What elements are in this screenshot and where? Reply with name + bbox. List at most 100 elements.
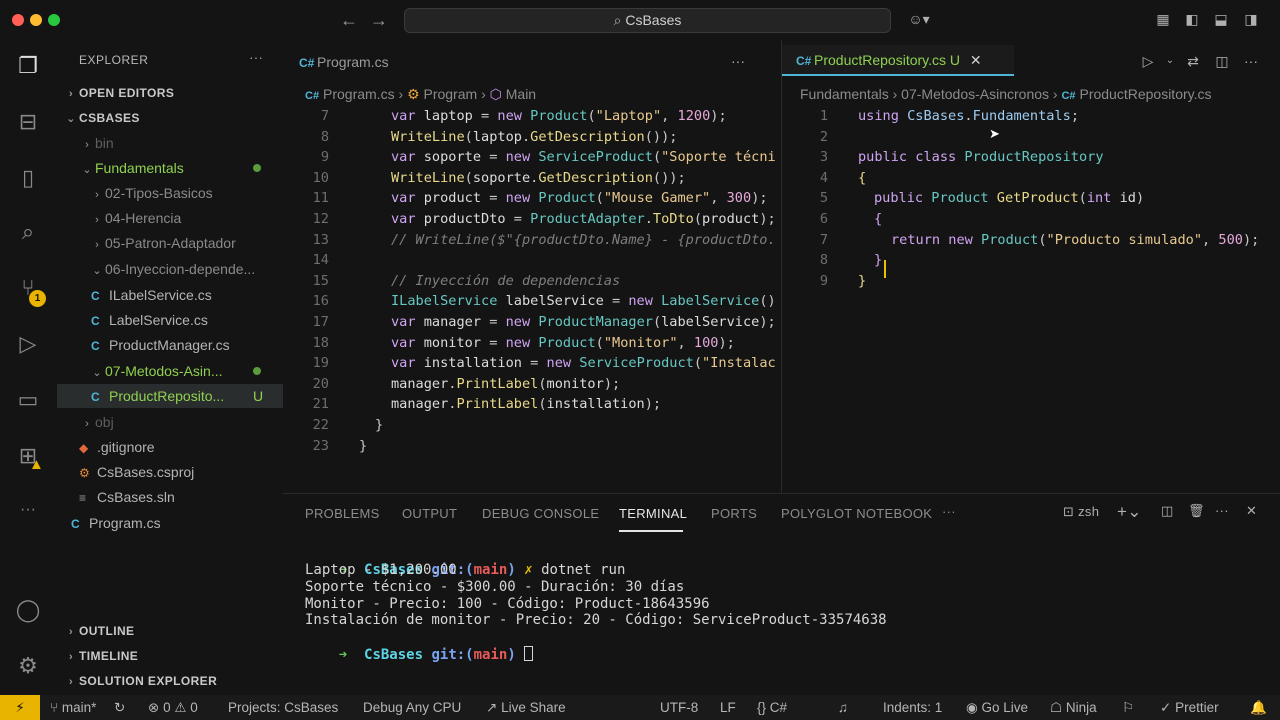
maximize-window-button[interactable] bbox=[48, 14, 60, 26]
explorer-icon[interactable]: ❐ bbox=[14, 52, 42, 80]
tree-item[interactable]: › 02-Tipos-Basicos bbox=[57, 181, 283, 205]
code-token: soporte bbox=[472, 169, 531, 186]
minimize-window-button[interactable] bbox=[30, 14, 42, 26]
tree-item[interactable]: ◆ .gitignore bbox=[57, 435, 283, 459]
code-token: , bbox=[661, 108, 678, 124]
eol-status[interactable]: LF bbox=[720, 695, 736, 720]
sync-icon[interactable]: ↻ bbox=[114, 695, 125, 720]
bell-icon[interactable]: ♫ bbox=[838, 695, 848, 720]
toggle-panel-icon[interactable]: ⬓ bbox=[1213, 11, 1229, 27]
chevron-down-icon[interactable]: ⌄ bbox=[1162, 53, 1178, 69]
toggle-secondary-sidebar-icon[interactable]: ◨ bbox=[1243, 11, 1259, 27]
code-token: var bbox=[391, 108, 424, 124]
solution-explorer-section[interactable]: › SOLUTION EXPLORER bbox=[57, 669, 283, 693]
customize-layout-icon[interactable]: ▦ bbox=[1155, 11, 1171, 27]
tree-item[interactable]: C ProductReposito... U bbox=[57, 384, 283, 408]
tab-problems[interactable]: PROBLEMS bbox=[305, 506, 380, 521]
line-number: 4 bbox=[819, 169, 828, 186]
indent-status[interactable]: Indents: 1 bbox=[883, 695, 942, 720]
search-icon[interactable]: ⌕ bbox=[14, 218, 42, 246]
code-token: new bbox=[505, 314, 539, 330]
tree-item[interactable]: C ILabelService.cs bbox=[57, 283, 283, 307]
tab-output[interactable]: OUTPUT bbox=[402, 506, 457, 521]
tree-item[interactable]: ≡ CsBases.sln bbox=[57, 485, 283, 509]
projects-status[interactable]: Projects: CsBases bbox=[228, 695, 338, 720]
breadcrumb-item[interactable]: Program bbox=[423, 86, 477, 102]
tree-item[interactable]: › 05-Patron-Adaptador bbox=[57, 231, 283, 255]
timeline-section[interactable]: › TIMELINE bbox=[57, 644, 283, 668]
tab-terminal[interactable]: TERMINAL bbox=[619, 506, 687, 521]
settings-gear-icon[interactable]: ⚙ bbox=[14, 652, 42, 680]
breadcrumb-item[interactable]: 07-Metodos-Asincronos bbox=[901, 86, 1049, 102]
go-live-status[interactable]: ◉ Go Live bbox=[966, 695, 1028, 720]
live-share-status[interactable]: ↗ Live Share bbox=[486, 695, 566, 720]
remote-explorer-icon[interactable]: ⊟ bbox=[14, 108, 42, 136]
more-views-icon[interactable]: ··· bbox=[14, 496, 42, 524]
editor-group-left: C# Program.cs ··· C# Program.cs › ⚙ Progra… bbox=[283, 40, 781, 493]
split-terminal-icon[interactable]: ◫ bbox=[1161, 503, 1174, 519]
toggle-sidebar-icon[interactable]: ◧ bbox=[1184, 11, 1200, 27]
terminal-shell-button[interactable]: ⊡ zsh bbox=[1063, 504, 1099, 520]
more-panel-tabs-icon[interactable]: ··· bbox=[942, 504, 956, 519]
remote-indicator-icon[interactable]: ⚡ bbox=[0, 695, 40, 720]
tree-item[interactable]: ⌄ Fundamentals bbox=[57, 156, 283, 180]
tree-item[interactable]: ⚙ CsBases.csproj bbox=[57, 460, 283, 484]
breadcrumb-item[interactable]: Fundamentals bbox=[800, 86, 889, 102]
forward-arrow-icon[interactable]: → bbox=[370, 10, 388, 31]
back-arrow-icon[interactable]: ← bbox=[340, 10, 358, 31]
new-terminal-icon[interactable]: +⌄ bbox=[1117, 502, 1142, 522]
breadcrumb-item[interactable]: Program.cs bbox=[323, 86, 395, 102]
tab-ports[interactable]: PORTS bbox=[711, 506, 757, 521]
ninja-status[interactable]: ☖ Ninja bbox=[1050, 695, 1097, 720]
branch-status[interactable]: ⑂ main* bbox=[50, 695, 96, 720]
tab-productrepository-cs[interactable]: C# ProductRepository.cs U ✕ bbox=[782, 45, 1014, 76]
tree-item[interactable]: C Program.cs bbox=[57, 511, 283, 535]
tab-polyglot-notebook[interactable]: POLYGLOT NOTEBOOK bbox=[781, 506, 932, 521]
mouse-pointer-icon: ➤ bbox=[989, 126, 1000, 141]
close-tab-icon[interactable]: ✕ bbox=[970, 52, 982, 68]
language-status[interactable]: {} C# bbox=[757, 695, 787, 720]
debug-config-status[interactable]: Debug Any CPU bbox=[363, 695, 461, 720]
tree-item[interactable]: C LabelService.cs bbox=[57, 308, 283, 332]
code-token: return new bbox=[891, 231, 982, 248]
tree-item[interactable]: ⌄ 07-Metodos-Asin... bbox=[57, 359, 283, 383]
bell-notification-icon[interactable]: 🔔 bbox=[1250, 695, 1267, 720]
open-changes-icon[interactable]: ⇄ bbox=[1185, 53, 1201, 69]
run-debug-icon[interactable]: ▷ bbox=[14, 330, 42, 358]
close-panel-icon[interactable]: ✕ bbox=[1246, 503, 1257, 519]
notifications-icon[interactable]: ⚐ bbox=[1122, 695, 1134, 720]
tab-program-cs[interactable]: C# Program.cs bbox=[299, 48, 389, 76]
breadcrumb-item[interactable]: ProductRepository.cs bbox=[1079, 86, 1211, 102]
tree-item[interactable]: › 04-Herencia bbox=[57, 206, 283, 230]
tree-item[interactable]: ⌄ 06-Inyeccion-depende... bbox=[57, 257, 283, 281]
command-center-search[interactable]: ⌕ CsBases bbox=[404, 8, 891, 33]
code-line: public class ProductRepository bbox=[858, 147, 1104, 168]
chevron-right-icon: › bbox=[68, 88, 74, 100]
trash-icon[interactable]: 🗑 bbox=[1188, 503, 1205, 519]
run-icon[interactable]: ▷ bbox=[1140, 53, 1156, 69]
encoding-status[interactable]: UTF-8 bbox=[660, 695, 698, 720]
copilot-icon[interactable]: ☺▾ bbox=[905, 11, 933, 27]
prettier-status[interactable]: ✓ Prettier bbox=[1160, 695, 1219, 720]
more-actions-icon[interactable]: ··· bbox=[730, 53, 746, 69]
split-editor-icon[interactable]: ◫ bbox=[1214, 53, 1230, 69]
more-actions-icon[interactable]: ··· bbox=[1215, 503, 1229, 518]
problems-status[interactable]: ⊗ 0 ⚠ 0 bbox=[148, 695, 198, 720]
tree-item[interactable]: C ProductManager.cs bbox=[57, 333, 283, 357]
project-section[interactable]: ⌄ CSBASES bbox=[57, 106, 283, 130]
remote-icon[interactable]: ▭ bbox=[14, 386, 42, 414]
terminal-prompt-line[interactable]: ➜ CsBases git:(main) bbox=[305, 629, 534, 680]
bookmarks-icon[interactable]: ▯ bbox=[14, 164, 42, 192]
accounts-icon[interactable]: ◯ bbox=[14, 596, 42, 624]
tree-item[interactable]: › obj bbox=[57, 410, 283, 434]
tree-item[interactable]: › bin bbox=[57, 131, 283, 155]
breadcrumb-item[interactable]: Main bbox=[506, 86, 536, 102]
outline-section[interactable]: › OUTLINE bbox=[57, 619, 283, 643]
open-editors-section[interactable]: › OPEN EDITORS bbox=[57, 81, 283, 105]
tab-debug-console[interactable]: DEBUG CONSOLE bbox=[482, 506, 599, 521]
broadcast-icon: ◉ bbox=[966, 700, 982, 715]
more-actions-icon[interactable]: ··· bbox=[1243, 53, 1259, 69]
close-window-button[interactable] bbox=[12, 14, 24, 26]
more-actions-icon[interactable]: ··· bbox=[249, 49, 263, 65]
untracked-badge: U bbox=[949, 52, 961, 68]
